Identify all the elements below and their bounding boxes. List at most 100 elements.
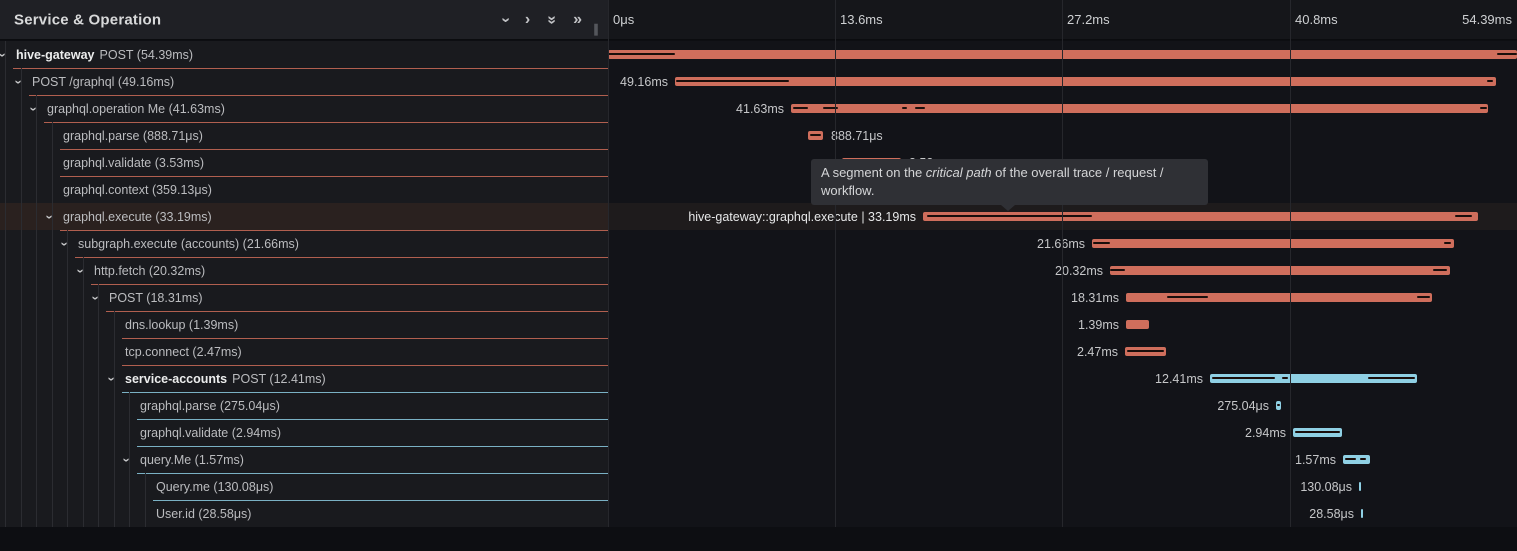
- span-duration-bar[interactable]: [1125, 347, 1166, 356]
- critical-path-segment: [1167, 296, 1208, 298]
- indent-guide: [83, 473, 84, 500]
- span-duration-bar[interactable]: [923, 212, 1478, 221]
- span-timeline-row[interactable]: 18.31ms: [608, 284, 1517, 311]
- span-tree-row[interactable]: graphql.validate (2.94ms): [0, 419, 608, 446]
- critical-path-segment: [902, 107, 907, 109]
- span-tree-row[interactable]: graphql.context (359.13μs): [0, 176, 608, 203]
- double-chevron-right-icon[interactable]: »: [573, 12, 582, 28]
- axis-tick-label: 27.2ms: [1067, 12, 1110, 27]
- indent-guide: [21, 284, 22, 311]
- indent-guide: [5, 149, 6, 176]
- span-tree-row[interactable]: ›graphql.operation Me (41.63ms): [0, 95, 608, 122]
- span-tree-row[interactable]: Query.me (130.08μs): [0, 473, 608, 500]
- span-duration-bar[interactable]: [1359, 482, 1361, 491]
- tooltip-caret: [1001, 205, 1015, 211]
- timeline-bars-panel: 49.16ms41.63ms888.71μs3.53ms359.13μshive…: [608, 41, 1517, 527]
- indent-guide: [21, 365, 22, 392]
- indent-guide: [98, 446, 99, 473]
- indent-guide: [36, 446, 37, 473]
- span-tree-row[interactable]: ›query.Me (1.57ms): [0, 446, 608, 473]
- span-timeline-row[interactable]: 2.47ms: [608, 338, 1517, 365]
- chevron-down-icon[interactable]: ›: [0, 52, 10, 56]
- span-duration-bar[interactable]: [1092, 239, 1454, 248]
- span-tree-row[interactable]: ›service-accountsPOST (12.41ms): [0, 365, 608, 392]
- indent-guide: [21, 473, 22, 500]
- chevron-down-icon[interactable]: ›: [497, 17, 513, 22]
- span-duration-label: 275.04μs: [1217, 399, 1269, 413]
- critical-path-segment: [810, 134, 821, 136]
- span-tree-row[interactable]: ›POST (18.31ms): [0, 284, 608, 311]
- indent-guide: [5, 473, 6, 500]
- indent-guide: [67, 311, 68, 338]
- span-timeline-row[interactable]: 2.94ms: [608, 419, 1517, 446]
- chevron-down-icon[interactable]: ›: [106, 376, 119, 380]
- chevron-down-icon[interactable]: ›: [90, 295, 103, 299]
- chevron-down-icon[interactable]: ›: [44, 214, 57, 218]
- span-timeline-row[interactable]: 12.41ms: [608, 365, 1517, 392]
- chevron-down-icon[interactable]: ›: [59, 241, 72, 245]
- tooltip-text-prefix: A segment on the: [821, 165, 926, 180]
- critical-path-segment: [1417, 296, 1430, 298]
- span-duration-bar[interactable]: [808, 131, 823, 140]
- span-tree-row[interactable]: graphql.parse (888.71μs): [0, 122, 608, 149]
- span-timeline-row[interactable]: 49.16ms: [608, 68, 1517, 95]
- indent-guide: [36, 473, 37, 500]
- span-timeline-row[interactable]: 21.66ms: [608, 230, 1517, 257]
- span-timeline-row[interactable]: 1.39ms: [608, 311, 1517, 338]
- span-timeline-row[interactable]: 20.32ms: [608, 257, 1517, 284]
- span-timeline-row[interactable]: hive-gateway::graphql.execute | 33.19ms: [608, 203, 1517, 230]
- span-tree-row[interactable]: dns.lookup (1.39ms): [0, 311, 608, 338]
- span-duration-bar[interactable]: [1276, 401, 1281, 410]
- span-duration-label: hive-gateway::graphql.execute | 33.19ms: [688, 210, 916, 224]
- critical-path-tooltip: A segment on the critical path of the ov…: [811, 159, 1208, 205]
- double-chevron-down-icon[interactable]: »: [544, 16, 560, 25]
- indent-guide: [5, 176, 6, 203]
- span-duration-bar[interactable]: [1361, 509, 1363, 518]
- indent-guide: [98, 500, 99, 527]
- span-timeline-row[interactable]: 888.71μs: [608, 122, 1517, 149]
- chevron-right-icon[interactable]: ›: [525, 12, 530, 28]
- span-duration-bar[interactable]: [675, 77, 1496, 86]
- span-duration-label: 130.08μs: [1300, 480, 1352, 494]
- indent-guide: [129, 473, 130, 500]
- critical-path-segment: [608, 53, 675, 55]
- span-tree-row[interactable]: ›POST /graphql (49.16ms): [0, 68, 608, 95]
- span-tree-row[interactable]: ›graphql.execute (33.19ms): [0, 203, 608, 230]
- critical-path-segment: [676, 80, 789, 82]
- chevron-down-icon[interactable]: ›: [121, 457, 134, 461]
- span-duration-bar[interactable]: [1126, 320, 1149, 329]
- span-timeline-row[interactable]: 275.04μs: [608, 392, 1517, 419]
- span-duration-bar[interactable]: [1293, 428, 1342, 437]
- span-tree-row[interactable]: tcp.connect (2.47ms): [0, 338, 608, 365]
- indent-guide: [129, 419, 130, 446]
- column-resize-handle[interactable]: ∥: [593, 22, 600, 36]
- span-duration-bar[interactable]: [1343, 455, 1370, 464]
- span-timeline-row[interactable]: 130.08μs: [608, 473, 1517, 500]
- chevron-down-icon[interactable]: ›: [28, 106, 41, 110]
- span-tree-row[interactable]: ›hive-gatewayPOST (54.39ms): [0, 41, 608, 68]
- span-timeline-row[interactable]: 28.58μs: [608, 500, 1517, 527]
- span-duration-bar[interactable]: [791, 104, 1488, 113]
- chevron-down-icon[interactable]: ›: [75, 268, 88, 272]
- span-tree-row[interactable]: graphql.parse (275.04μs): [0, 392, 608, 419]
- indent-guide: [21, 392, 22, 419]
- span-duration-bar[interactable]: [1210, 374, 1417, 383]
- span-timeline-row[interactable]: 1.57ms: [608, 446, 1517, 473]
- span-tree-row[interactable]: graphql.validate (3.53ms): [0, 149, 608, 176]
- indent-guide: [21, 500, 22, 527]
- span-duration-label: 20.32ms: [1055, 264, 1103, 278]
- chevron-down-icon[interactable]: ›: [13, 79, 26, 83]
- span-tree-row[interactable]: ›http.fetch (20.32ms): [0, 257, 608, 284]
- indent-guide: [36, 176, 37, 203]
- indent-guide: [36, 311, 37, 338]
- critical-path-segment: [1455, 215, 1472, 217]
- span-timeline-row[interactable]: [608, 41, 1517, 68]
- span-duration-bar[interactable]: [1126, 293, 1432, 302]
- span-duration-bar[interactable]: [1110, 266, 1450, 275]
- span-tree-row[interactable]: User.id (28.58μs): [0, 500, 608, 527]
- indent-guide: [67, 392, 68, 419]
- span-duration-bar[interactable]: [608, 50, 1517, 59]
- span-timeline-row[interactable]: 41.63ms: [608, 95, 1517, 122]
- span-tree-row[interactable]: ›subgraph.execute (accounts) (21.66ms): [0, 230, 608, 257]
- indent-guide: [21, 338, 22, 365]
